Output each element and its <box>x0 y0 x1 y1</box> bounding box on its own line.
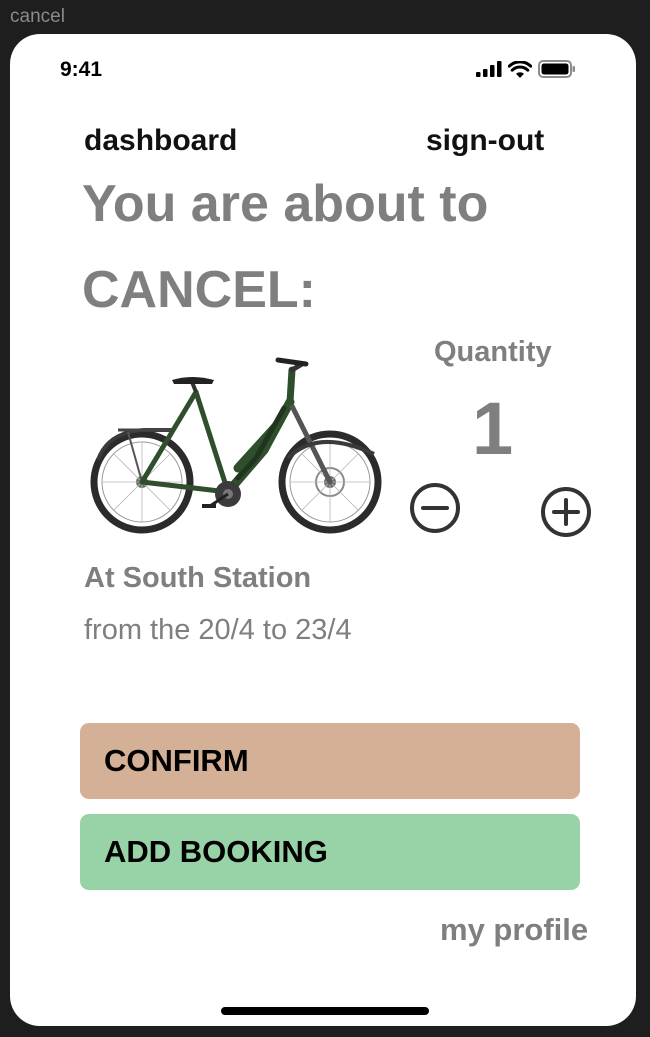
add-booking-button[interactable]: ADD BOOKING <box>80 814 580 890</box>
minus-circle-icon[interactable] <box>408 481 462 535</box>
headline-line-1: You are about to <box>82 175 489 233</box>
headline-line-2: CANCEL: <box>82 261 316 319</box>
my-profile-link[interactable]: my profile <box>440 912 588 948</box>
status-icons <box>476 60 576 78</box>
battery-icon <box>538 60 575 78</box>
dashboard-link[interactable]: dashboard <box>84 124 237 158</box>
signal-icon <box>476 61 502 77</box>
quantity-label: Quantity <box>434 336 552 368</box>
sign-out-link[interactable]: sign-out <box>426 124 544 158</box>
wifi-icon <box>508 60 532 78</box>
confirm-button-label: CONFIRM <box>104 743 249 778</box>
quantity-value: 1 <box>472 387 514 470</box>
booking-location: At South Station <box>84 562 312 594</box>
home-indicator <box>221 1007 429 1015</box>
confirm-button[interactable]: CONFIRM <box>80 723 580 799</box>
phone-screen: 9:41 dashboard sign-out You are about to… <box>10 34 636 1026</box>
status-time: 9:41 <box>60 58 103 81</box>
plus-circle-icon[interactable] <box>539 485 593 539</box>
booking-dates: from the 20/4 to 23/4 <box>84 614 352 646</box>
add-booking-button-label: ADD BOOKING <box>104 834 328 869</box>
e-bike-image <box>90 357 382 534</box>
frame-label: cancel <box>10 6 65 27</box>
